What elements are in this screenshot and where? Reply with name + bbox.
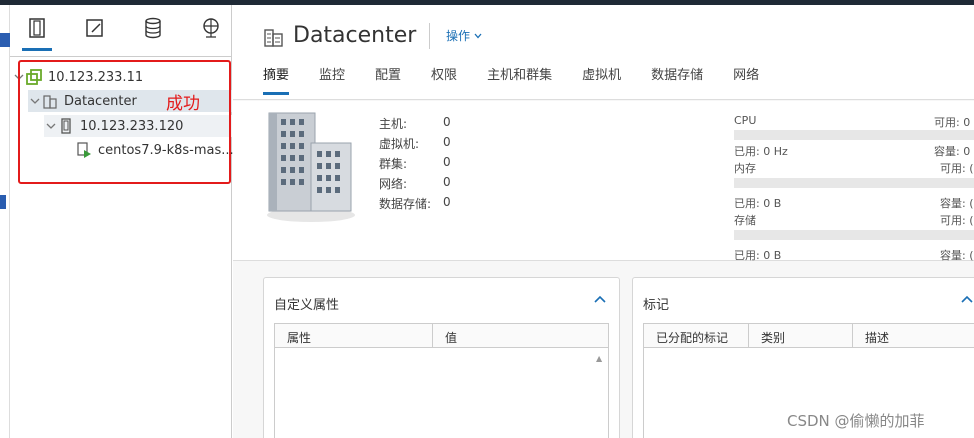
resource-used: 已用: 0 Hz	[734, 145, 788, 158]
tab-summary[interactable]: 摘要	[263, 65, 290, 95]
storage-usage-bar	[734, 230, 974, 240]
network-icon	[203, 18, 219, 38]
column-header-description[interactable]: 描述	[865, 329, 889, 346]
main-content: Datacenter 操作 摘要 监控 配置 权限 主机和群集 虚拟机 数据存储…	[233, 5, 974, 438]
card-title: 标记	[643, 298, 670, 313]
chevron-down-icon	[474, 29, 482, 43]
tab-hosts-clusters[interactable]: 主机和群集	[487, 65, 552, 95]
card-title: 自定义属性	[274, 298, 340, 313]
count-vms: 虚拟机: 0	[379, 135, 451, 151]
resource-free: 可用: (	[940, 214, 974, 227]
vms-templates-tab[interactable]	[80, 17, 110, 51]
storage-icon	[145, 17, 161, 39]
success-annotation: 成功	[166, 94, 200, 114]
scroll-up-icon[interactable]: ▲	[596, 354, 606, 363]
resource-used: 已用: 0 B	[734, 197, 782, 210]
column-header-attribute[interactable]: 属性	[287, 329, 311, 346]
highlight-box	[18, 60, 231, 184]
count-datastores: 数据存储: 0	[379, 195, 451, 211]
column-header-category[interactable]: 类别	[761, 329, 785, 346]
object-tabs: 摘要 监控 配置 权限 主机和群集 虚拟机 数据存储 网络	[263, 65, 789, 95]
divider	[429, 23, 430, 49]
tab-networks[interactable]: 网络	[733, 65, 759, 95]
object-header: Datacenter 操作 摘要 监控 配置 权限 主机和群集 虚拟机 数据存储…	[233, 5, 974, 100]
datacenter-building-icon	[265, 107, 357, 230]
resource-name: CPU	[734, 114, 757, 127]
page-title: Datacenter	[293, 23, 417, 48]
datacenter-icon	[263, 27, 285, 50]
summary-panel: 主机: 0 虚拟机: 0 群集: 0 网络: 0 数据存储: 0 CPU 可用: 0 已用…	[233, 101, 974, 262]
hosts-clusters-tab[interactable]	[22, 17, 52, 51]
column-header-assigned-tag[interactable]: 已分配的标记	[656, 329, 728, 346]
actions-menu[interactable]: 操作	[446, 27, 482, 44]
tab-monitor[interactable]: 监控	[319, 65, 345, 95]
resource-name: 内存	[734, 162, 756, 175]
left-edge-strip	[0, 5, 10, 438]
tab-vms[interactable]: 虚拟机	[582, 65, 621, 95]
tab-configure[interactable]: 配置	[375, 65, 401, 95]
count-clusters: 群集: 0	[379, 155, 451, 171]
resource-name: 存储	[734, 214, 756, 227]
column-divider[interactable]	[748, 324, 749, 348]
vms-templates-icon	[86, 19, 103, 37]
edge-marker	[0, 195, 6, 209]
count-networks: 网络: 0	[379, 175, 451, 191]
resource-used: 已用: 0 B	[734, 249, 782, 262]
tab-permissions[interactable]: 权限	[431, 65, 457, 95]
tab-datastores[interactable]: 数据存储	[651, 65, 703, 95]
resource-capacity: 容量: 0	[934, 145, 971, 158]
memory-usage-bar	[734, 178, 974, 188]
resource-capacity: 容量: (	[940, 249, 974, 262]
navigator-tabs	[10, 5, 232, 57]
column-divider[interactable]	[432, 324, 433, 348]
custom-attributes-card: 自定义属性 属性 值 ▲ ▼	[263, 277, 620, 438]
attributes-grid: 属性 值 ▲ ▼	[274, 323, 609, 438]
resource-free: 可用: 0	[934, 116, 971, 129]
collapse-icon[interactable]	[960, 292, 974, 308]
actions-label: 操作	[446, 29, 471, 43]
cpu-usage-bar	[734, 130, 974, 140]
edge-marker	[0, 33, 10, 47]
hosts-clusters-icon	[29, 18, 45, 38]
network-tab[interactable]	[196, 17, 226, 51]
grid-header: 已分配的标记 类别 描述	[644, 324, 974, 348]
column-header-value[interactable]: 值	[445, 329, 457, 346]
resource-capacity: 容量: (	[940, 197, 974, 210]
resource-free: 可用: (	[940, 162, 974, 175]
column-divider[interactable]	[852, 324, 853, 348]
collapse-icon[interactable]	[593, 292, 607, 308]
storage-tab[interactable]	[138, 17, 168, 51]
watermark: CSDN @偷懒的加菲	[787, 412, 925, 430]
grid-header: 属性 值	[275, 324, 608, 348]
count-hosts: 主机: 0	[379, 115, 451, 131]
